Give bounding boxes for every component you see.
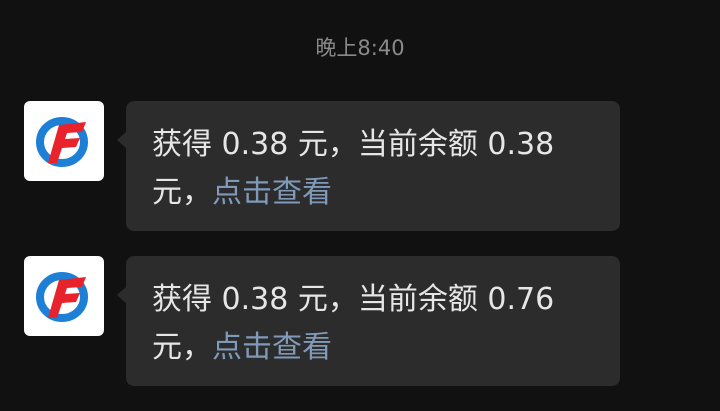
view-details-link[interactable]: 点击查看: [212, 175, 332, 210]
sender-avatar[interactable]: [24, 256, 104, 336]
bubble-tail: [117, 131, 127, 149]
brand-logo-icon: [36, 117, 88, 167]
chat-message: 获得 0.38 元，当前余额 0.76 元，点击查看: [24, 256, 624, 388]
sender-avatar[interactable]: [24, 101, 104, 181]
chat-message: 获得 0.38 元，当前余额 0.38 元，点击查看: [24, 101, 624, 233]
message-text: 获得 0.38 元，当前余额 0.38 元，点击查看: [152, 121, 594, 217]
bubble-tail: [117, 286, 127, 304]
chat-timestamp: 晚上8:40: [315, 36, 405, 60]
brand-logo-icon: [36, 272, 88, 322]
message-text: 获得 0.38 元，当前余额 0.76 元，点击查看: [152, 276, 594, 372]
message-bubble[interactable]: 获得 0.38 元，当前余额 0.38 元，点击查看: [117, 101, 620, 231]
view-details-link[interactable]: 点击查看: [212, 330, 332, 365]
message-bubble[interactable]: 获得 0.38 元，当前余额 0.76 元，点击查看: [117, 256, 620, 386]
